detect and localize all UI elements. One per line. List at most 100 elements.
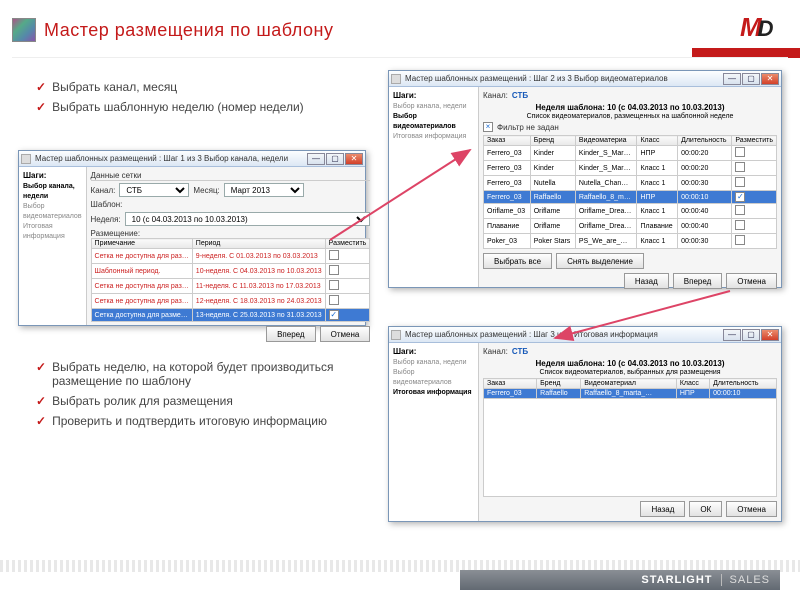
- step-item: Выбор канала, недели: [23, 182, 82, 202]
- close-button[interactable]: ✕: [761, 73, 779, 85]
- page-header: Мастер размещения по шаблону: [12, 18, 788, 42]
- maximize-button[interactable]: ▢: [742, 73, 760, 85]
- wizard-step1-window: Мастер шаблонных размещений : Шаг 1 из 3…: [18, 150, 366, 326]
- minimize-button[interactable]: —: [723, 329, 741, 341]
- checkbox[interactable]: [735, 147, 745, 157]
- table-row[interactable]: Ferrero_03RaffaelloRaffaello_8_m…НПР00:0…: [484, 191, 777, 204]
- ok-button[interactable]: ОК: [689, 501, 722, 517]
- minimize-button[interactable]: —: [723, 73, 741, 85]
- month-select[interactable]: Март 2013: [224, 183, 304, 197]
- next-button[interactable]: Вперед: [673, 273, 723, 289]
- placement-label: Размещение:: [91, 229, 371, 238]
- checkbox[interactable]: ✓: [329, 310, 339, 320]
- bullet: Выбрать неделю, на которой будет произво…: [36, 360, 356, 388]
- channel-label: Канал:: [91, 186, 116, 195]
- step-item: Итоговая информация: [23, 222, 82, 242]
- window-icon: [391, 330, 401, 340]
- window-icon: [391, 74, 401, 84]
- col: Период: [192, 239, 325, 249]
- decor-rule: [12, 57, 788, 58]
- cancel-button[interactable]: Отмена: [726, 501, 777, 517]
- checkbox[interactable]: [735, 162, 745, 172]
- step-item: Итоговая информация: [393, 388, 474, 398]
- table-row[interactable]: Шаблонный период.10-неделя. С 04.03.2013…: [91, 264, 370, 279]
- wizard-step2-window: Мастер шаблонных размещений : Шаг 2 из 3…: [388, 70, 782, 288]
- window-title: Мастер шаблонных размещений : Шаг 3 из 3…: [405, 330, 723, 339]
- table-row[interactable]: Сетка не доступна для раз…12-неделя. С 1…: [91, 294, 370, 309]
- subcaption: Список видеоматериалов, размещенных на ш…: [483, 113, 777, 120]
- wizard-step3-window: Мастер шаблонных размещений : Шаг 3 из 3…: [388, 326, 782, 522]
- maximize-button[interactable]: ▢: [742, 329, 760, 341]
- checkbox[interactable]: [735, 177, 745, 187]
- checkbox[interactable]: [329, 265, 339, 275]
- deselect-button[interactable]: Снять выделение: [556, 253, 644, 269]
- checkbox[interactable]: [329, 295, 339, 305]
- maximize-button[interactable]: ▢: [326, 153, 344, 165]
- table-row[interactable]: Ferrero_03RaffaelloRaffaello_8_marta_…НП…: [484, 389, 777, 399]
- steps-heading: Шаги:: [23, 171, 82, 180]
- window-title: Мастер шаблонных размещений : Шаг 1 из 3…: [35, 154, 307, 163]
- table-row[interactable]: Oriflame_03OriflameOriflame_Drea…Класс 1…: [484, 204, 777, 219]
- week-select[interactable]: 10 (с 04.03.2013 по 10.03.2013): [125, 212, 371, 226]
- bullet: Проверить и подтвердить итоговую информа…: [36, 414, 356, 428]
- week-label: Неделя:: [91, 215, 121, 224]
- table-row[interactable]: Ferrero_03KinderKinder_S_Mar…Класс 100:0…: [484, 161, 777, 176]
- titlebar[interactable]: Мастер шаблонных размещений : Шаг 2 из 3…: [389, 71, 781, 87]
- month-label: Месяц:: [193, 186, 219, 195]
- close-button[interactable]: ✕: [345, 153, 363, 165]
- step-item: Выбор видеоматериалов: [23, 202, 82, 222]
- table-row[interactable]: Ferrero_03KinderKinder_S_Mar…НПР00:00:20: [484, 146, 777, 161]
- close-button[interactable]: ✕: [761, 329, 779, 341]
- channel-select[interactable]: СТБ: [119, 183, 189, 197]
- filter-icon[interactable]: ×: [483, 122, 493, 132]
- col: Примечание: [91, 239, 192, 249]
- page-title: Мастер размещения по шаблону: [44, 20, 333, 41]
- materials-table[interactable]: ЗаказБрендВидеоматериа КлассДлительность…: [483, 135, 777, 249]
- steps-sidebar: Шаги: Выбор канала, недели Выбор видеома…: [389, 87, 479, 287]
- table-row[interactable]: ПлаваниеOriflameOriflame_Drea…Плавание00…: [484, 219, 777, 234]
- summary-table[interactable]: ЗаказБрендВидеоматериал КлассДлительност…: [483, 378, 777, 399]
- col: Разместить: [325, 239, 370, 249]
- steps-sidebar: Шаги: Выбор канала, недели Выбор видеома…: [19, 167, 87, 325]
- placement-table[interactable]: Примечание Период Разместить Сетка не до…: [91, 238, 371, 322]
- table-row[interactable]: Сетка не доступна для раз…11-неделя. С 1…: [91, 279, 370, 294]
- cancel-button[interactable]: Отмена: [726, 273, 777, 289]
- bullet: Выбрать шаблонную неделю (номер недели): [36, 100, 366, 114]
- group-label: Данные сетки: [91, 171, 371, 181]
- channel-label: Канал:: [483, 347, 508, 356]
- step-item: Выбор канала, недели: [393, 358, 474, 368]
- empty-space: [483, 399, 777, 497]
- md-logo: MD: [740, 12, 786, 42]
- subcaption: Список видеоматериалов, выбранных для ра…: [483, 369, 777, 376]
- checkbox[interactable]: [735, 235, 745, 245]
- step-item: Итоговая информация: [393, 132, 474, 142]
- table-row[interactable]: Poker_03Poker StarsPS_We_are_…Класс 100:…: [484, 234, 777, 249]
- bullets-bottom: Выбрать неделю, на которой будет произво…: [36, 360, 356, 434]
- minimize-button[interactable]: —: [307, 153, 325, 165]
- checkbox[interactable]: ✓: [735, 192, 745, 202]
- cancel-button[interactable]: Отмена: [320, 326, 371, 342]
- checkbox[interactable]: [735, 205, 745, 215]
- window-icon: [21, 154, 31, 164]
- filter-label: Фильтр не задан: [497, 123, 559, 132]
- back-button[interactable]: Назад: [624, 273, 669, 289]
- step-item: Выбор канала, недели: [393, 102, 474, 112]
- template-label: Шаблон:: [91, 200, 123, 209]
- back-button[interactable]: Назад: [640, 501, 685, 517]
- table-row[interactable]: Ferrero_03NutellaNutella_Chan…Класс 100:…: [484, 176, 777, 191]
- footer-brand: STARLIGHT SALES: [460, 570, 780, 590]
- table-row[interactable]: Сетка доступна для разме…13-неделя. С 25…: [91, 309, 370, 322]
- checkbox[interactable]: [735, 220, 745, 230]
- table-row[interactable]: Сетка не доступна для раз…9-неделя. С 01…: [91, 249, 370, 264]
- titlebar[interactable]: Мастер шаблонных размещений : Шаг 1 из 3…: [19, 151, 365, 167]
- channel-label: Канал:: [483, 91, 508, 100]
- titlebar[interactable]: Мастер шаблонных размещений : Шаг 3 из 3…: [389, 327, 781, 343]
- steps-sidebar: Шаги: Выбор канала, недели Выбор видеома…: [389, 343, 479, 521]
- checkbox[interactable]: [329, 280, 339, 290]
- bullets-top: Выбрать канал, месяц Выбрать шаблонную н…: [36, 80, 366, 120]
- next-button[interactable]: Вперед: [266, 326, 316, 342]
- checkbox[interactable]: [329, 250, 339, 260]
- bullet: Выбрать канал, месяц: [36, 80, 366, 94]
- select-all-button[interactable]: Выбрать все: [483, 253, 552, 269]
- window-title: Мастер шаблонных размещений : Шаг 2 из 3…: [405, 74, 723, 83]
